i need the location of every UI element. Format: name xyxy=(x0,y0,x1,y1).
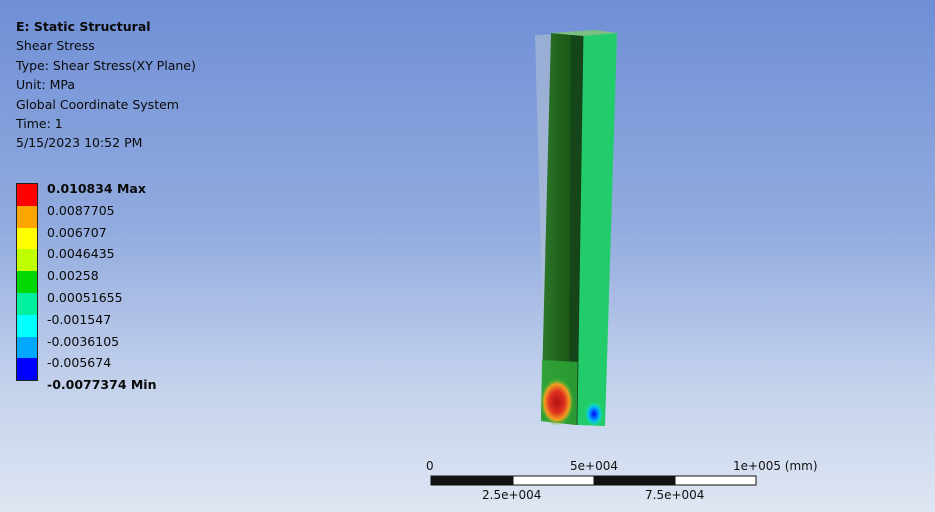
scale-segment xyxy=(512,475,595,486)
scale-segment xyxy=(594,476,675,485)
scale-label-bottom: 2.5e+004 xyxy=(482,488,542,502)
scale-label-top: 0 xyxy=(426,459,434,473)
scale-label-bottom: 7.5e+004 xyxy=(645,488,705,502)
scale-segment xyxy=(431,476,513,485)
scale-segment xyxy=(674,475,757,486)
graphics-viewport[interactable]: E: Static Structural Shear Stress Type: … xyxy=(0,0,935,512)
scale-label-top: 1e+005 (mm) xyxy=(733,459,818,473)
scale-label-top: 5e+004 xyxy=(570,459,618,473)
scale-bar xyxy=(430,475,757,486)
